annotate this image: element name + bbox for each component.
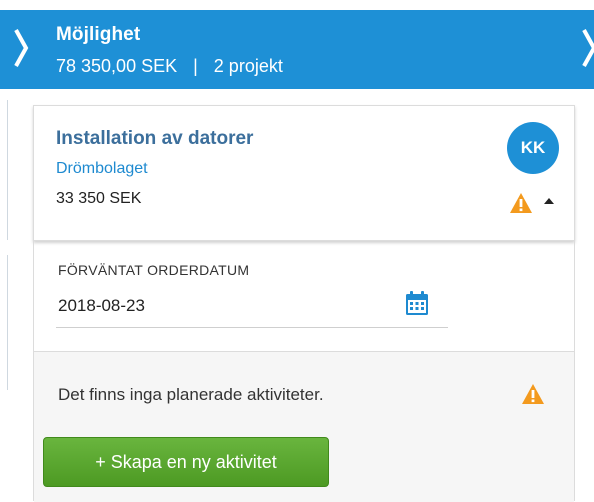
- caret-up-icon[interactable]: [544, 198, 554, 204]
- avatar[interactable]: KK: [507, 122, 559, 174]
- header-title: Möjlighet: [56, 24, 141, 45]
- warning-icon: [522, 384, 544, 404]
- header-summary: 78 350,00 SEK | 2 projekt: [56, 56, 283, 77]
- order-date-field[interactable]: 2018-08-23: [58, 296, 145, 316]
- no-activities-text: Det finns inga planerade aktiviteter.: [58, 385, 324, 404]
- order-date-label: FÖRVÄNTAT ORDERDATUM: [58, 262, 250, 278]
- chevron-right-icon[interactable]: [578, 26, 594, 70]
- chevron-left-icon[interactable]: [10, 26, 34, 70]
- header-project-count: 2 projekt: [213, 56, 283, 76]
- opportunity-details: FÖRVÄNTAT ORDERDATUM 2018-08-23 Det finn…: [33, 241, 575, 502]
- project-title[interactable]: Installation av datorer: [56, 128, 253, 150]
- project-amount: 33 350 SEK: [56, 190, 142, 207]
- header-amount: 78 350,00 SEK: [56, 56, 178, 76]
- edge-divider-bottom: [7, 255, 8, 390]
- company-link[interactable]: Drömbolaget: [56, 160, 148, 178]
- order-date-underline: [56, 327, 448, 328]
- opportunity-header: Möjlighet 78 350,00 SEK | 2 projekt: [0, 10, 594, 89]
- create-activity-button[interactable]: + Skapa en ny aktivitet: [43, 437, 329, 487]
- calendar-icon[interactable]: [405, 290, 429, 316]
- header-separator: |: [193, 56, 198, 76]
- edge-divider-top: [7, 100, 8, 240]
- warning-icon: [510, 193, 532, 213]
- project-card[interactable]: Installation av datorer Drömbolaget 33 3…: [33, 105, 575, 241]
- activities-section: Det finns inga planerade aktiviteter. + …: [34, 351, 574, 502]
